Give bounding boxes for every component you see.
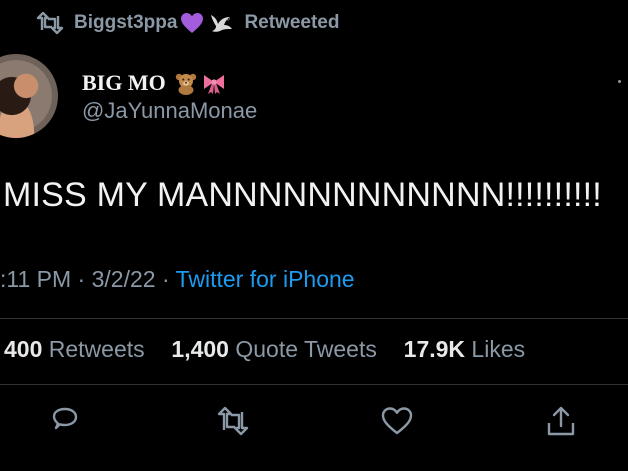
quote-tweets-label: Quote Tweets <box>235 336 377 362</box>
purple-heart-icon <box>181 13 204 33</box>
avatar[interactable] <box>0 54 58 138</box>
tweet-date[interactable]: 3/2/22 <box>92 266 156 292</box>
ribbon-icon <box>203 75 224 94</box>
retweeted-label: Retweeted <box>244 12 340 33</box>
reply-button[interactable] <box>47 403 83 439</box>
share-icon <box>547 406 575 436</box>
engagement-stats: 400 Retweets 1,400 Quote Tweets 17.9K Li… <box>4 336 525 363</box>
likes-count: 17.9K <box>403 336 466 362</box>
retweet-button[interactable] <box>215 403 251 439</box>
avatar-image <box>0 54 58 138</box>
tweet-time[interactable]: :11 PM <box>0 266 71 292</box>
retweet-icon <box>217 406 249 436</box>
likes-stat[interactable]: 17.9K Likes <box>404 336 525 362</box>
like-button[interactable] <box>379 403 415 439</box>
more-options-icon[interactable] <box>618 80 621 83</box>
retweeter-name[interactable]: Biggst3ppa <box>74 12 177 34</box>
dove-icon <box>211 15 233 32</box>
meta-separator: · <box>77 266 86 292</box>
retweet-small-icon <box>36 11 64 35</box>
divider <box>0 318 628 319</box>
divider <box>0 384 628 385</box>
likes-label: Likes <box>471 336 526 362</box>
quote-tweets-count: 1,400 <box>171 336 229 362</box>
retweets-count: 400 <box>4 336 43 362</box>
retweeted-by-header[interactable]: Biggst3ppa Retweeted <box>36 8 339 38</box>
share-button[interactable] <box>543 403 579 439</box>
tweet-source-link[interactable]: Twitter for iPhone <box>176 266 355 292</box>
retweets-label: Retweets <box>48 336 145 362</box>
meta-separator: · <box>161 266 170 292</box>
tweet-text: MISS MY MANNNNNNNNNNNN!!!!!!!!!! <box>3 176 602 214</box>
tweet-meta: :11 PM · 3/2/22 · Twitter for iPhone <box>0 266 355 293</box>
retweets-stat[interactable]: 400 Retweets <box>4 336 151 362</box>
teddy-bear-icon <box>175 73 196 95</box>
author-handle[interactable]: @JaYunnaMonae <box>82 98 257 124</box>
quote-tweets-stat[interactable]: 1,400 Quote Tweets <box>171 336 383 362</box>
display-name-text: BIG MO <box>82 70 166 95</box>
reply-icon <box>52 407 78 430</box>
like-icon <box>381 407 413 435</box>
author-display-name[interactable]: BIG MO <box>82 70 226 96</box>
